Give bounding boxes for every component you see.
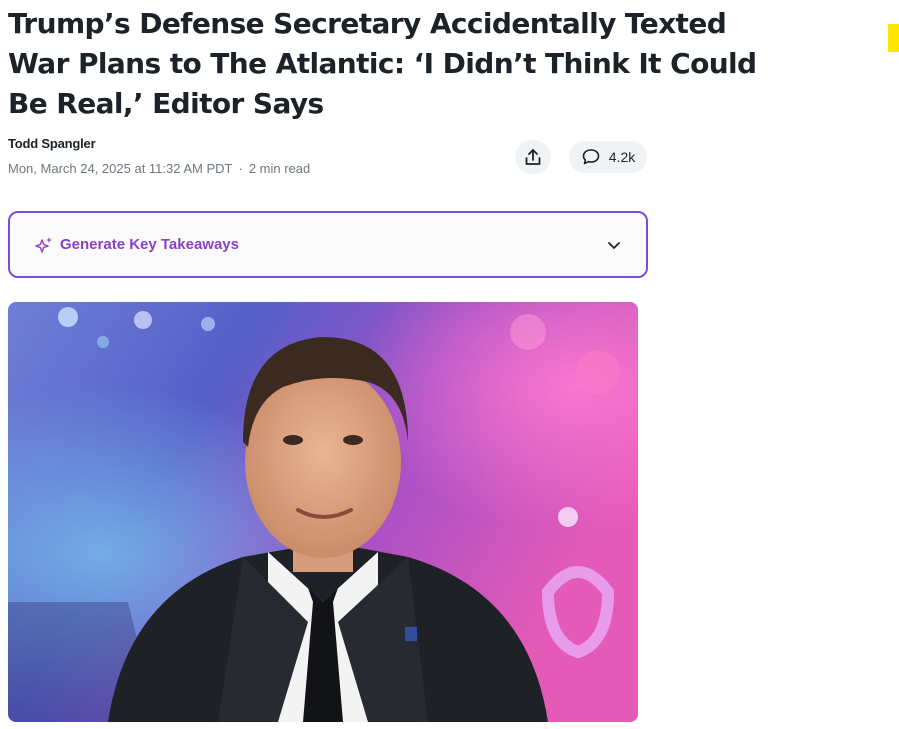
author-name[interactable]: Todd Spangler	[8, 136, 310, 151]
meta-separator: ·	[238, 161, 243, 176]
hero-image[interactable]	[8, 302, 638, 722]
comment-icon	[582, 149, 600, 165]
brand-marker	[888, 24, 899, 52]
read-time: 2 min read	[248, 161, 311, 176]
takeaways-label: Generate Key Takeaways	[60, 236, 239, 253]
comment-count: 4.2k	[608, 149, 636, 165]
publish-date: Mon, March 24, 2025 at 11:32 AM PDT	[8, 161, 233, 176]
generate-key-takeaways-button[interactable]: Generate Key Takeaways	[8, 211, 648, 278]
article-headline: Trump’s Defense Secretary Accidentally T…	[8, 7, 757, 120]
byline: Todd Spangler Mon, March 24, 2025 at 11:…	[8, 136, 310, 176]
sparkle-icon	[35, 236, 52, 253]
comments-button[interactable]: 4.2k	[569, 141, 647, 173]
share-button[interactable]	[515, 140, 551, 174]
article-meta: Mon, March 24, 2025 at 11:32 AM PDT · 2 mi…	[8, 161, 310, 176]
chevron-down-icon	[608, 241, 620, 249]
share-icon	[525, 149, 541, 165]
